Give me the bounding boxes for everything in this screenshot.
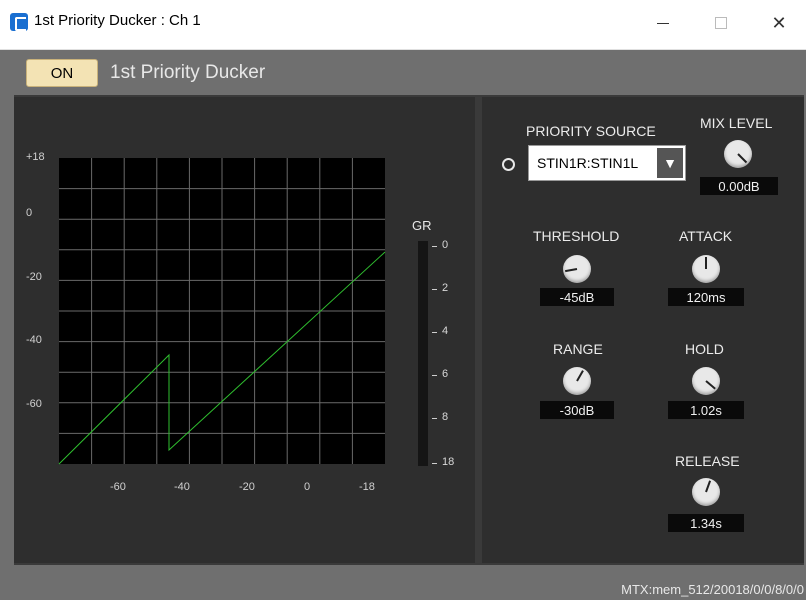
title-bar: 1st Priority Ducker : Ch 1 ✕ xyxy=(0,0,806,50)
gr-tick xyxy=(432,418,437,419)
close-icon: ✕ xyxy=(771,12,787,33)
gr-tick-label: 8 xyxy=(442,411,449,423)
priority-source-label: PRIORITY SOURCE xyxy=(526,123,656,139)
on-button[interactable]: ON xyxy=(26,59,98,87)
mix-level-label: MIX LEVEL xyxy=(700,115,773,131)
minimize-button[interactable] xyxy=(640,0,686,46)
release-knob[interactable] xyxy=(692,478,720,506)
attack-knob[interactable] xyxy=(692,255,720,283)
gr-tick-label: 2 xyxy=(442,282,449,294)
gr-tick-label: 4 xyxy=(442,325,449,337)
gr-tick xyxy=(432,332,437,333)
priority-source-dropdown[interactable]: STIN1R:STIN1L ▼ xyxy=(528,145,686,181)
x-tick-label: -18 xyxy=(359,481,375,493)
range-label: RANGE xyxy=(553,341,603,357)
mix-level-value[interactable]: 0.00dB xyxy=(700,177,778,195)
priority-source-value: STIN1R:STIN1L xyxy=(537,155,639,171)
dropdown-arrow-icon[interactable]: ▼ xyxy=(657,148,683,178)
knob-pointer-icon xyxy=(576,370,584,382)
minimize-icon xyxy=(657,22,669,24)
module-title: 1st Priority Ducker xyxy=(110,62,266,83)
gr-tick-label: 6 xyxy=(442,368,449,380)
gr-tick-label: 18 xyxy=(442,456,455,468)
address-path: MTX:mem_512/20018/0/0/8/0/0 xyxy=(621,582,804,597)
knob-pointer-icon xyxy=(705,380,716,390)
gr-tick xyxy=(432,463,437,464)
gr-meter-bar xyxy=(418,241,428,466)
x-tick-label: -40 xyxy=(174,481,190,493)
maximize-icon xyxy=(715,17,727,29)
knob-pointer-icon xyxy=(705,480,712,493)
y-tick-label: -20 xyxy=(26,271,42,283)
x-tick-label: -60 xyxy=(110,481,126,493)
y-tick-label: 0 xyxy=(26,207,32,219)
y-tick-label: -60 xyxy=(26,398,42,410)
threshold-label: THRESHOLD xyxy=(533,228,620,244)
knob-pointer-icon xyxy=(737,153,748,164)
attack-label: ATTACK xyxy=(679,228,733,244)
ducker-curve-graph: +18 0 -20 -40 -60 -60 -40 -20 0 -18 xyxy=(26,151,386,493)
threshold-knob[interactable] xyxy=(563,255,591,283)
maximize-button[interactable] xyxy=(698,0,744,46)
attack-value[interactable]: 120ms xyxy=(668,288,744,306)
range-knob[interactable] xyxy=(563,367,591,395)
gr-tick xyxy=(432,289,437,290)
range-value[interactable]: -30dB xyxy=(540,401,614,419)
release-label: RELEASE xyxy=(675,453,740,469)
y-tick-label: +18 xyxy=(26,151,45,163)
knob-pointer-icon xyxy=(565,268,578,273)
mix-level-knob[interactable] xyxy=(724,140,752,168)
threshold-value[interactable]: -45dB xyxy=(540,288,614,306)
priority-source-indicator[interactable] xyxy=(502,158,515,171)
knob-pointer-icon xyxy=(705,257,707,269)
close-button[interactable]: ✕ xyxy=(756,0,802,46)
gr-tick-label: 0 xyxy=(442,239,449,251)
gr-label: GR xyxy=(412,218,432,233)
release-value[interactable]: 1.34s xyxy=(668,514,744,532)
gr-tick xyxy=(432,375,437,376)
hold-label: HOLD xyxy=(685,341,724,357)
hold-knob[interactable] xyxy=(692,367,720,395)
y-tick-label: -40 xyxy=(26,334,42,346)
x-tick-label: 0 xyxy=(304,481,310,493)
hold-value[interactable]: 1.02s xyxy=(668,401,744,419)
window-title: 1st Priority Ducker : Ch 1 xyxy=(34,12,201,29)
gr-tick xyxy=(432,246,437,247)
x-tick-label: -20 xyxy=(239,481,255,493)
app-icon xyxy=(10,13,28,31)
